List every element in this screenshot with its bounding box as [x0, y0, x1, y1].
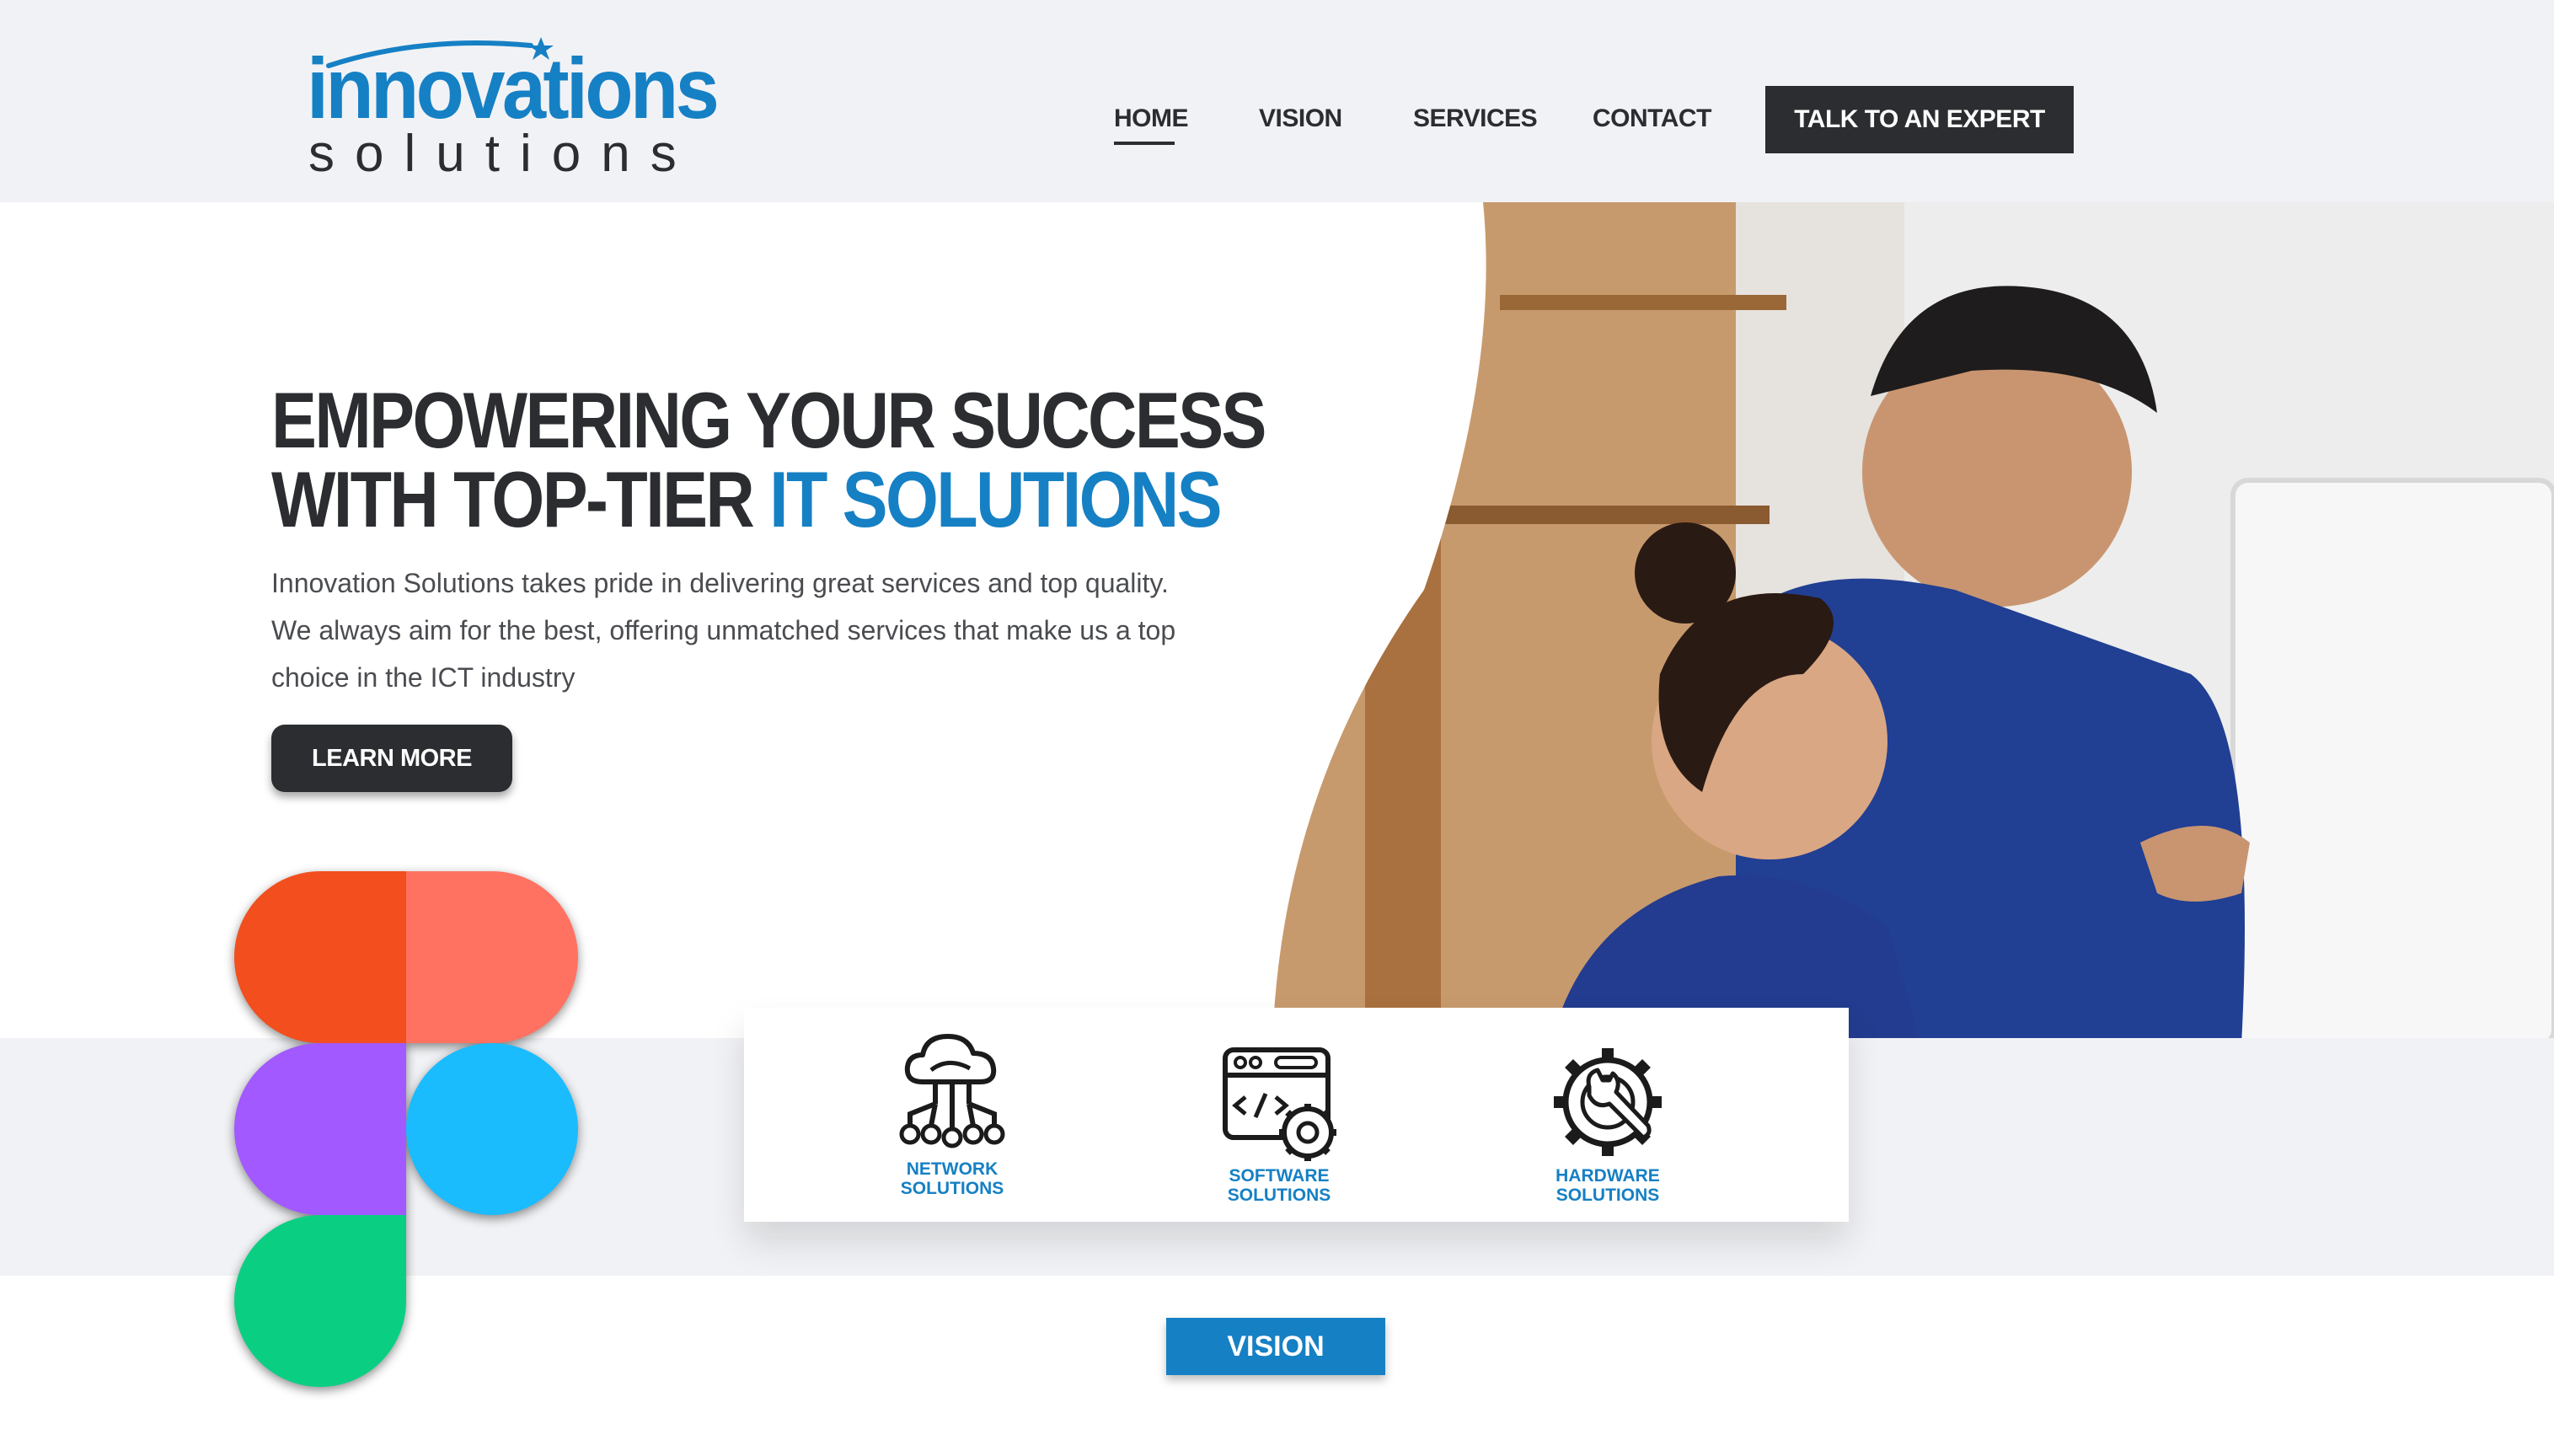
hero-intro-text: Innovation Solutions takes pride in deli… — [271, 559, 1282, 701]
cloud-network-icon — [899, 1034, 1005, 1148]
intro-line-3: choice in the ICT industry — [271, 662, 576, 693]
figma-logo-icon — [234, 871, 578, 1387]
intro-line-2: We always aim for the best, offering unm… — [271, 615, 1176, 645]
service-hardware-solutions[interactable]: HARDWARE SOLUTIONS — [1498, 1043, 1717, 1257]
service-software-line-2: SOLUTIONS — [1227, 1186, 1331, 1205]
brand-logo[interactable]: innovations solutions — [303, 34, 720, 185]
service-software-label: SOFTWARE SOLUTIONS — [1170, 1166, 1389, 1205]
code-gear-icon — [1223, 1047, 1336, 1161]
headline-line-2-prefix: WITH TOP-TIER — [271, 455, 770, 543]
talk-to-expert-button[interactable]: TALK TO AN EXPERT — [1765, 86, 2074, 153]
logo-wordmark-bottom: solutions — [308, 125, 697, 183]
nav-services[interactable]: SERVICES — [1413, 104, 1538, 138]
vision-button[interactable]: VISION — [1166, 1318, 1385, 1375]
service-network-label: NETWORK SOLUTIONS — [843, 1159, 1062, 1198]
service-software-solutions[interactable]: SOFTWARE SOLUTIONS — [1170, 1045, 1389, 1259]
hero-headline: EMPOWERING YOUR SUCCESS WITH TOP-TIER IT… — [271, 376, 1266, 539]
nav-active-underline — [1114, 142, 1175, 145]
service-network-line-2: SOLUTIONS — [900, 1179, 1004, 1198]
nav-contact[interactable]: CONTACT — [1593, 104, 1711, 138]
service-hardware-line-2: SOLUTIONS — [1555, 1186, 1660, 1205]
headline-accent: IT SOLUTIONS — [769, 455, 1223, 543]
service-network-line-1: NETWORK — [906, 1159, 999, 1179]
learn-more-button[interactable]: LEARN MORE — [271, 725, 512, 792]
headline-line-1: EMPOWERING YOUR SUCCESS — [271, 376, 1266, 464]
nav-home[interactable]: HOME — [1114, 104, 1189, 138]
nav-vision[interactable]: VISION — [1259, 104, 1342, 138]
service-hardware-label: HARDWARE SOLUTIONS — [1498, 1166, 1717, 1205]
intro-line-1: Innovation Solutions takes pride in deli… — [271, 568, 1169, 598]
gear-wrench-icon — [1554, 1048, 1662, 1156]
logo-wordmark-top: innovations — [307, 40, 720, 136]
service-software-line-1: SOFTWARE — [1229, 1166, 1330, 1186]
service-network-solutions[interactable]: NETWORK SOLUTIONS — [843, 1031, 1062, 1245]
headline-line-2: WITH TOP-TIER IT SOLUTIONS — [271, 460, 1265, 539]
service-hardware-line-1: HARDWARE — [1555, 1166, 1660, 1186]
